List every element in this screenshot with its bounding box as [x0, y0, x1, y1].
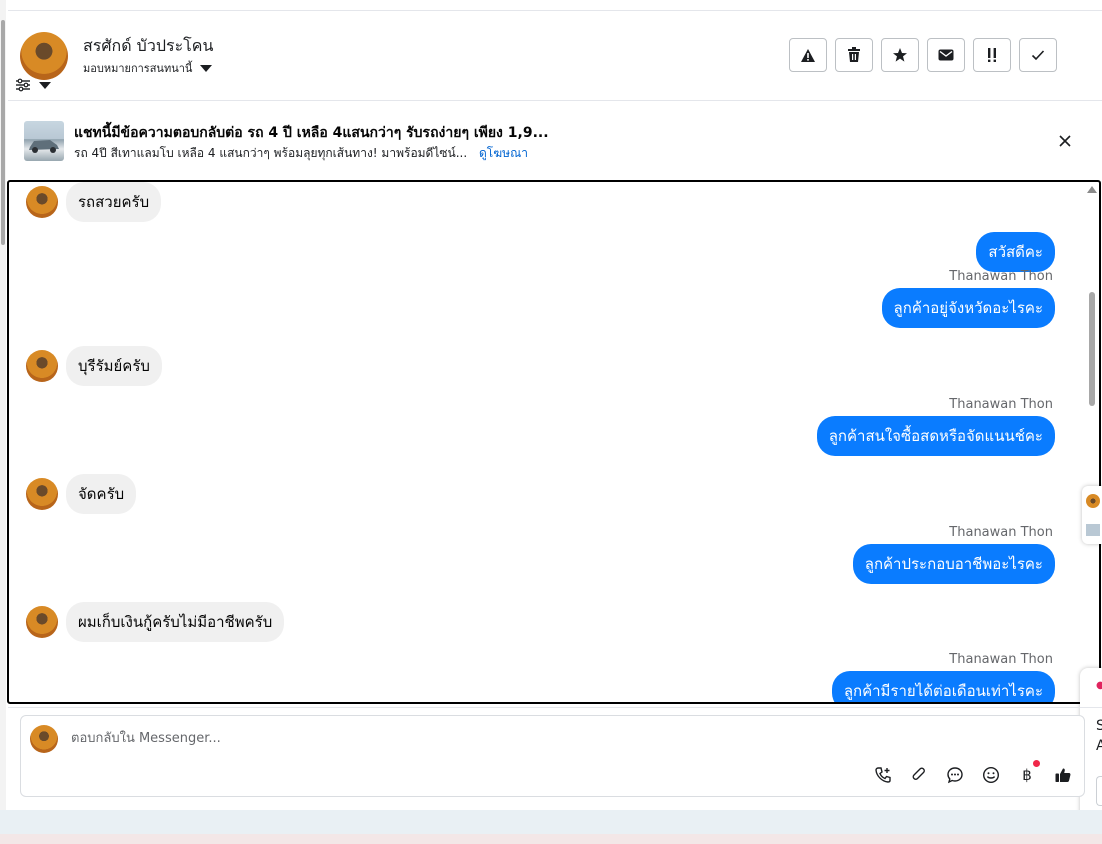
top-divider	[8, 10, 1102, 11]
composer-divider	[8, 707, 1102, 708]
reply-input[interactable]	[69, 730, 773, 747]
outgoing-bubble[interactable]: ลูกค้ามีรายได้ต่อเดือนเท่าไรคะ	[831, 671, 1055, 702]
sender-avatar[interactable]	[26, 606, 58, 638]
mark-done-button[interactable]	[1019, 38, 1057, 72]
close-icon	[1059, 135, 1071, 147]
outgoing-message: Thanawan Thon ลูกค้ามีรายได้ต่อเดือนเท่า…	[831, 652, 1055, 702]
outgoing-message: Thanawan Thon ลูกค้าประกอบอาชีพอะไรคะ	[852, 525, 1055, 584]
sliders-icon	[16, 78, 30, 92]
assign-label: มอบหมายการสนทนานี้	[83, 62, 193, 75]
thread-scrollbar[interactable]	[1085, 182, 1099, 702]
call-icon	[875, 767, 891, 783]
outgoing-message: สวัสดีคะ	[976, 232, 1055, 272]
close-ad-button[interactable]	[1055, 131, 1075, 151]
page-scrollbar[interactable]	[0, 0, 6, 810]
reply-composer: ฿	[20, 715, 1085, 797]
saved-reply-icon	[947, 767, 963, 784]
composer-toolbar: ฿	[872, 760, 1074, 786]
outgoing-bubble[interactable]: ลูกค้าประกอบอาชีพอะไรคะ	[852, 544, 1055, 584]
page-scrollbar-thumb[interactable]	[1, 20, 5, 245]
sender-avatar[interactable]	[26, 186, 58, 218]
thread-scrollbar-thumb[interactable]	[1089, 292, 1095, 406]
incoming-message: จัดครับ	[26, 474, 137, 514]
ad-title: แชทนี้มีข้อความตอบกลับต่อ รถ 4 ปี เหลือ …	[74, 125, 549, 141]
like-button[interactable]	[1052, 764, 1074, 786]
contact-avatar[interactable]	[20, 32, 68, 80]
follow-up-icon	[988, 48, 996, 62]
assign-conversation-dropdown[interactable]: มอบหมายการสนทนานี้	[83, 59, 213, 77]
outgoing-message: Thanawan Thon ลูกค้าอยู่จังหวัดอะไรคะ	[881, 269, 1055, 328]
spam-button[interactable]	[789, 38, 827, 72]
warning-icon	[801, 48, 815, 62]
delete-button[interactable]	[835, 38, 873, 72]
incoming-bubble[interactable]: บุรีรัมย์ครับ	[66, 346, 162, 386]
incoming-bubble[interactable]: ผมเก็บเงินกู้ครับไม่มีอาชีพครับ	[66, 602, 285, 642]
payment-icon: ฿	[1022, 766, 1032, 784]
header-divider	[8, 100, 1102, 101]
sender-name: Thanawan Thon	[949, 652, 1053, 667]
side-panel-button[interactable]	[1096, 776, 1102, 806]
scroll-up-arrow[interactable]	[1087, 186, 1097, 193]
filter-control[interactable]	[15, 78, 51, 92]
sender-name: Thanawan Thon	[949, 525, 1053, 540]
alert-dot-icon: ●	[1096, 680, 1102, 691]
outgoing-bubble[interactable]: ลูกค้าอยู่จังหวัดอะไรคะ	[881, 288, 1055, 328]
attach-button[interactable]	[908, 764, 930, 786]
chat-heads-widget[interactable]	[1082, 486, 1102, 544]
like-icon	[1055, 768, 1071, 782]
incoming-message: รถสวยครับ	[26, 182, 162, 222]
taskbar-strip	[0, 834, 1102, 844]
star-icon	[893, 48, 907, 62]
sender-avatar[interactable]	[26, 478, 58, 510]
check-icon	[1031, 50, 1045, 61]
side-panel-text-2: A	[1096, 738, 1102, 754]
sender-name: Thanawan Thon	[949, 269, 1053, 284]
star-button[interactable]	[881, 38, 919, 72]
mark-unread-button[interactable]	[927, 38, 965, 72]
chat-head-avatar[interactable]	[1086, 494, 1100, 508]
chat-head-thumbnail[interactable]	[1086, 524, 1100, 536]
browser-bottom-bar	[0, 810, 1102, 834]
attachment-icon	[912, 767, 925, 780]
page-avatar	[30, 725, 58, 753]
incoming-bubble[interactable]: รถสวยครับ	[66, 182, 162, 222]
side-panel-text-1: S	[1096, 718, 1102, 734]
message-thread[interactable]: รถสวยครับ สวัสดีคะ Thanawan Thon ลูกค้าอ…	[7, 180, 1101, 704]
contact-name[interactable]: สรศักด์ บัวประโคน	[83, 34, 213, 59]
outgoing-message: Thanawan Thon ลูกค้าสนใจซื้อสดหรือจัดแนน…	[816, 397, 1055, 456]
chevron-down-icon	[200, 64, 213, 72]
trash-icon	[848, 47, 860, 62]
incoming-message: บุรีรัมย์ครับ	[26, 346, 162, 386]
follow-up-button[interactable]	[973, 38, 1011, 72]
incoming-bubble[interactable]: จัดครับ	[66, 474, 137, 514]
incoming-message: ผมเก็บเงินกู้ครับไม่มีอาชีพครับ	[26, 602, 285, 642]
payment-button[interactable]: ฿	[1016, 760, 1040, 786]
emoji-button[interactable]	[980, 764, 1002, 786]
notification-dot	[1033, 760, 1040, 767]
ad-subtitle-text: รถ 4ปี สีเทาแลมโบ เหลือ 4 แสนกว่าๆ พร้อม…	[74, 146, 468, 160]
ad-thumbnail[interactable]	[24, 121, 64, 161]
chevron-down-icon	[39, 81, 51, 89]
mail-icon	[938, 49, 954, 61]
call-button[interactable]	[872, 764, 894, 786]
outgoing-bubble[interactable]: สวัสดีคะ	[976, 232, 1055, 272]
emoji-icon	[982, 766, 1000, 784]
sender-name: Thanawan Thon	[949, 397, 1053, 412]
saved-replies-button[interactable]	[944, 764, 966, 786]
ad-subtitle: รถ 4ปี สีเทาแลมโบ เหลือ 4 แสนกว่าๆ พร้อม…	[74, 144, 528, 163]
outgoing-bubble[interactable]: ลูกค้าสนใจซื้อสดหรือจัดแนนช์คะ	[816, 416, 1055, 456]
view-ad-link[interactable]: ดูโฆษณา	[479, 146, 528, 160]
conversation-actions	[789, 38, 1057, 72]
sender-avatar[interactable]	[26, 350, 58, 382]
